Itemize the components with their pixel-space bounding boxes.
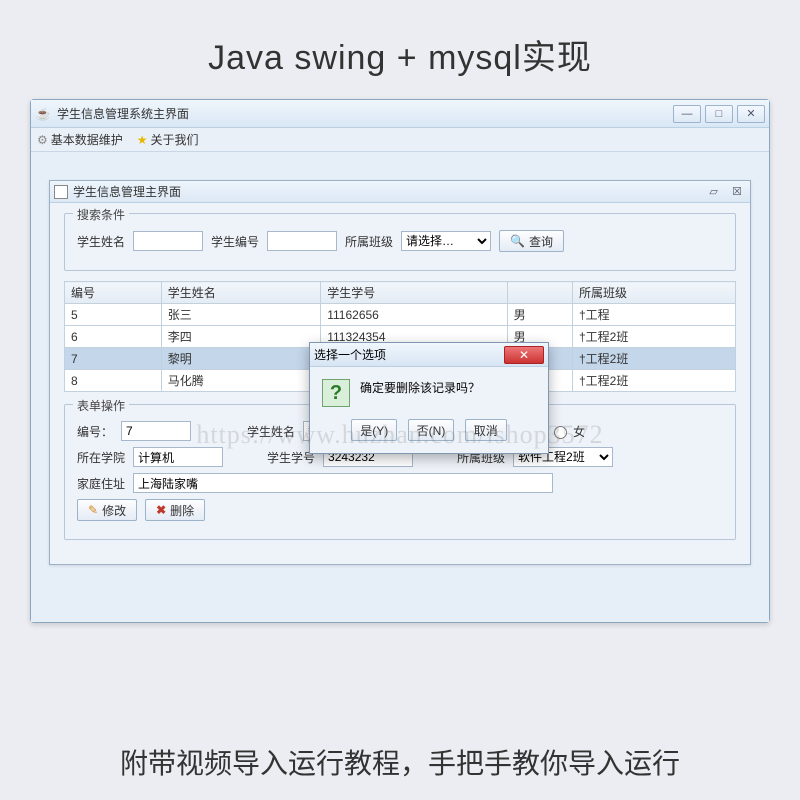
search-class-select[interactable]: 请选择… (401, 231, 491, 251)
delete-button[interactable]: ✖ 删除 (145, 499, 205, 521)
table-cell[interactable]: 7 (65, 348, 162, 370)
question-icon: ? (322, 379, 350, 407)
addr-input[interactable] (133, 473, 553, 493)
table-cell[interactable]: †工程 (572, 304, 735, 326)
x-icon: ✖ (156, 503, 166, 517)
table-header[interactable]: 所属班级 (572, 282, 735, 304)
label-class: 所属班级 (345, 233, 393, 250)
close-button[interactable]: ✕ (737, 105, 765, 123)
dialog-message: 确定要删除该记录吗？ (360, 379, 480, 396)
label-student-id: 学生编号 (211, 233, 259, 250)
table-header[interactable]: 学生学号 (321, 282, 507, 304)
inner-max-button[interactable]: ▱ (705, 186, 723, 200)
query-button[interactable]: 🔍 查询 (499, 230, 564, 252)
dialog-titlebar[interactable]: 选择一个选项 ✕ (310, 343, 548, 367)
num-input[interactable] (121, 421, 191, 441)
dialog-cancel-button[interactable]: 取消 (465, 419, 507, 441)
outer-window: ☕ 学生信息管理系统主界面 — □ ✕ ⚙ 基本数据维护 ★ 关于我们 学生信息… (30, 99, 770, 623)
gear-icon: ⚙ (37, 133, 48, 147)
search-legend: 搜索条件 (73, 206, 129, 223)
menu-about[interactable]: ★ 关于我们 (137, 131, 199, 148)
inner-titlebar[interactable]: 学生信息管理主界面 ▱ ☒ (50, 181, 750, 203)
inner-window-title: 学生信息管理主界面 (73, 183, 703, 200)
table-header[interactable]: 学生姓名 (161, 282, 320, 304)
inner-restore-button[interactable]: ☒ (728, 186, 746, 200)
outer-titlebar[interactable]: ☕ 学生信息管理系统主界面 — □ ✕ (31, 100, 769, 128)
table-header[interactable]: 编号 (65, 282, 162, 304)
table-cell[interactable]: †工程2班 (572, 348, 735, 370)
label-student-name: 学生姓名 (77, 233, 125, 250)
edit-button-label: 修改 (102, 502, 126, 519)
table-cell[interactable]: 8 (65, 370, 162, 392)
menu-label: 关于我们 (151, 131, 199, 148)
java-icon: ☕ (35, 106, 51, 122)
star-icon: ★ (137, 133, 148, 147)
banner-bottom: 附带视频导入运行教程，手把手教你导入运行 (0, 742, 800, 782)
radio-female-input[interactable] (554, 426, 567, 439)
label-addr: 家庭住址 (77, 475, 125, 492)
dialog-title: 选择一个选项 (314, 346, 504, 363)
search-name-input[interactable] (133, 231, 203, 251)
form-legend: 表单操作 (73, 397, 129, 414)
outer-body: 学生信息管理主界面 ▱ ☒ 搜索条件 学生姓名 学生编号 所属班级 (31, 152, 769, 622)
search-group: 搜索条件 学生姓名 学生编号 所属班级 请选择… 🔍 查询 (64, 213, 736, 271)
table-cell[interactable]: †工程2班 (572, 370, 735, 392)
edit-button[interactable]: ✎ 修改 (77, 499, 137, 521)
label-sn: 学生学号 (267, 449, 315, 466)
dialog-close-button[interactable]: ✕ (504, 346, 544, 364)
banner-top: Java swing + mysql实现 (0, 0, 800, 99)
maximize-button[interactable]: □ (705, 105, 733, 123)
table-cell[interactable]: †工程2班 (572, 326, 735, 348)
table-cell[interactable]: 6 (65, 326, 162, 348)
document-icon (54, 185, 68, 199)
radio-female-label: 女 (573, 423, 585, 440)
radio-female[interactable]: 女 (549, 423, 585, 440)
table-cell[interactable]: 李四 (161, 326, 320, 348)
query-button-label: 查询 (529, 233, 553, 250)
dialog-no-button[interactable]: 否(N) (408, 419, 455, 441)
college-input[interactable] (133, 447, 223, 467)
table-cell[interactable]: 男 (507, 304, 572, 326)
outer-window-title: 学生信息管理系统主界面 (57, 105, 669, 122)
table-cell[interactable]: 11162656 (321, 304, 507, 326)
label-name: 学生姓名 (247, 423, 295, 440)
search-id-input[interactable] (267, 231, 337, 251)
menu-data-maintain[interactable]: ⚙ 基本数据维护 (37, 131, 123, 148)
pencil-icon: ✎ (88, 503, 98, 517)
dialog-yes-button[interactable]: 是(Y) (351, 419, 397, 441)
table-row[interactable]: 5张三11162656男†工程 (65, 304, 736, 326)
menu-label: 基本数据维护 (51, 131, 123, 148)
table-cell[interactable]: 张三 (161, 304, 320, 326)
minimize-button[interactable]: — (673, 105, 701, 123)
confirm-dialog: 选择一个选项 ✕ ? 确定要删除该记录吗？ 是(Y) 否(N) 取消 (309, 342, 549, 454)
table-header[interactable] (507, 282, 572, 304)
table-cell[interactable]: 黎明 (161, 348, 320, 370)
label-college: 所在学院 (77, 449, 125, 466)
label-num: 编号： (77, 423, 113, 440)
delete-button-label: 删除 (170, 502, 194, 519)
menubar: ⚙ 基本数据维护 ★ 关于我们 (31, 128, 769, 152)
table-cell[interactable]: 5 (65, 304, 162, 326)
table-cell[interactable]: 马化腾 (161, 370, 320, 392)
search-icon: 🔍 (510, 234, 525, 248)
